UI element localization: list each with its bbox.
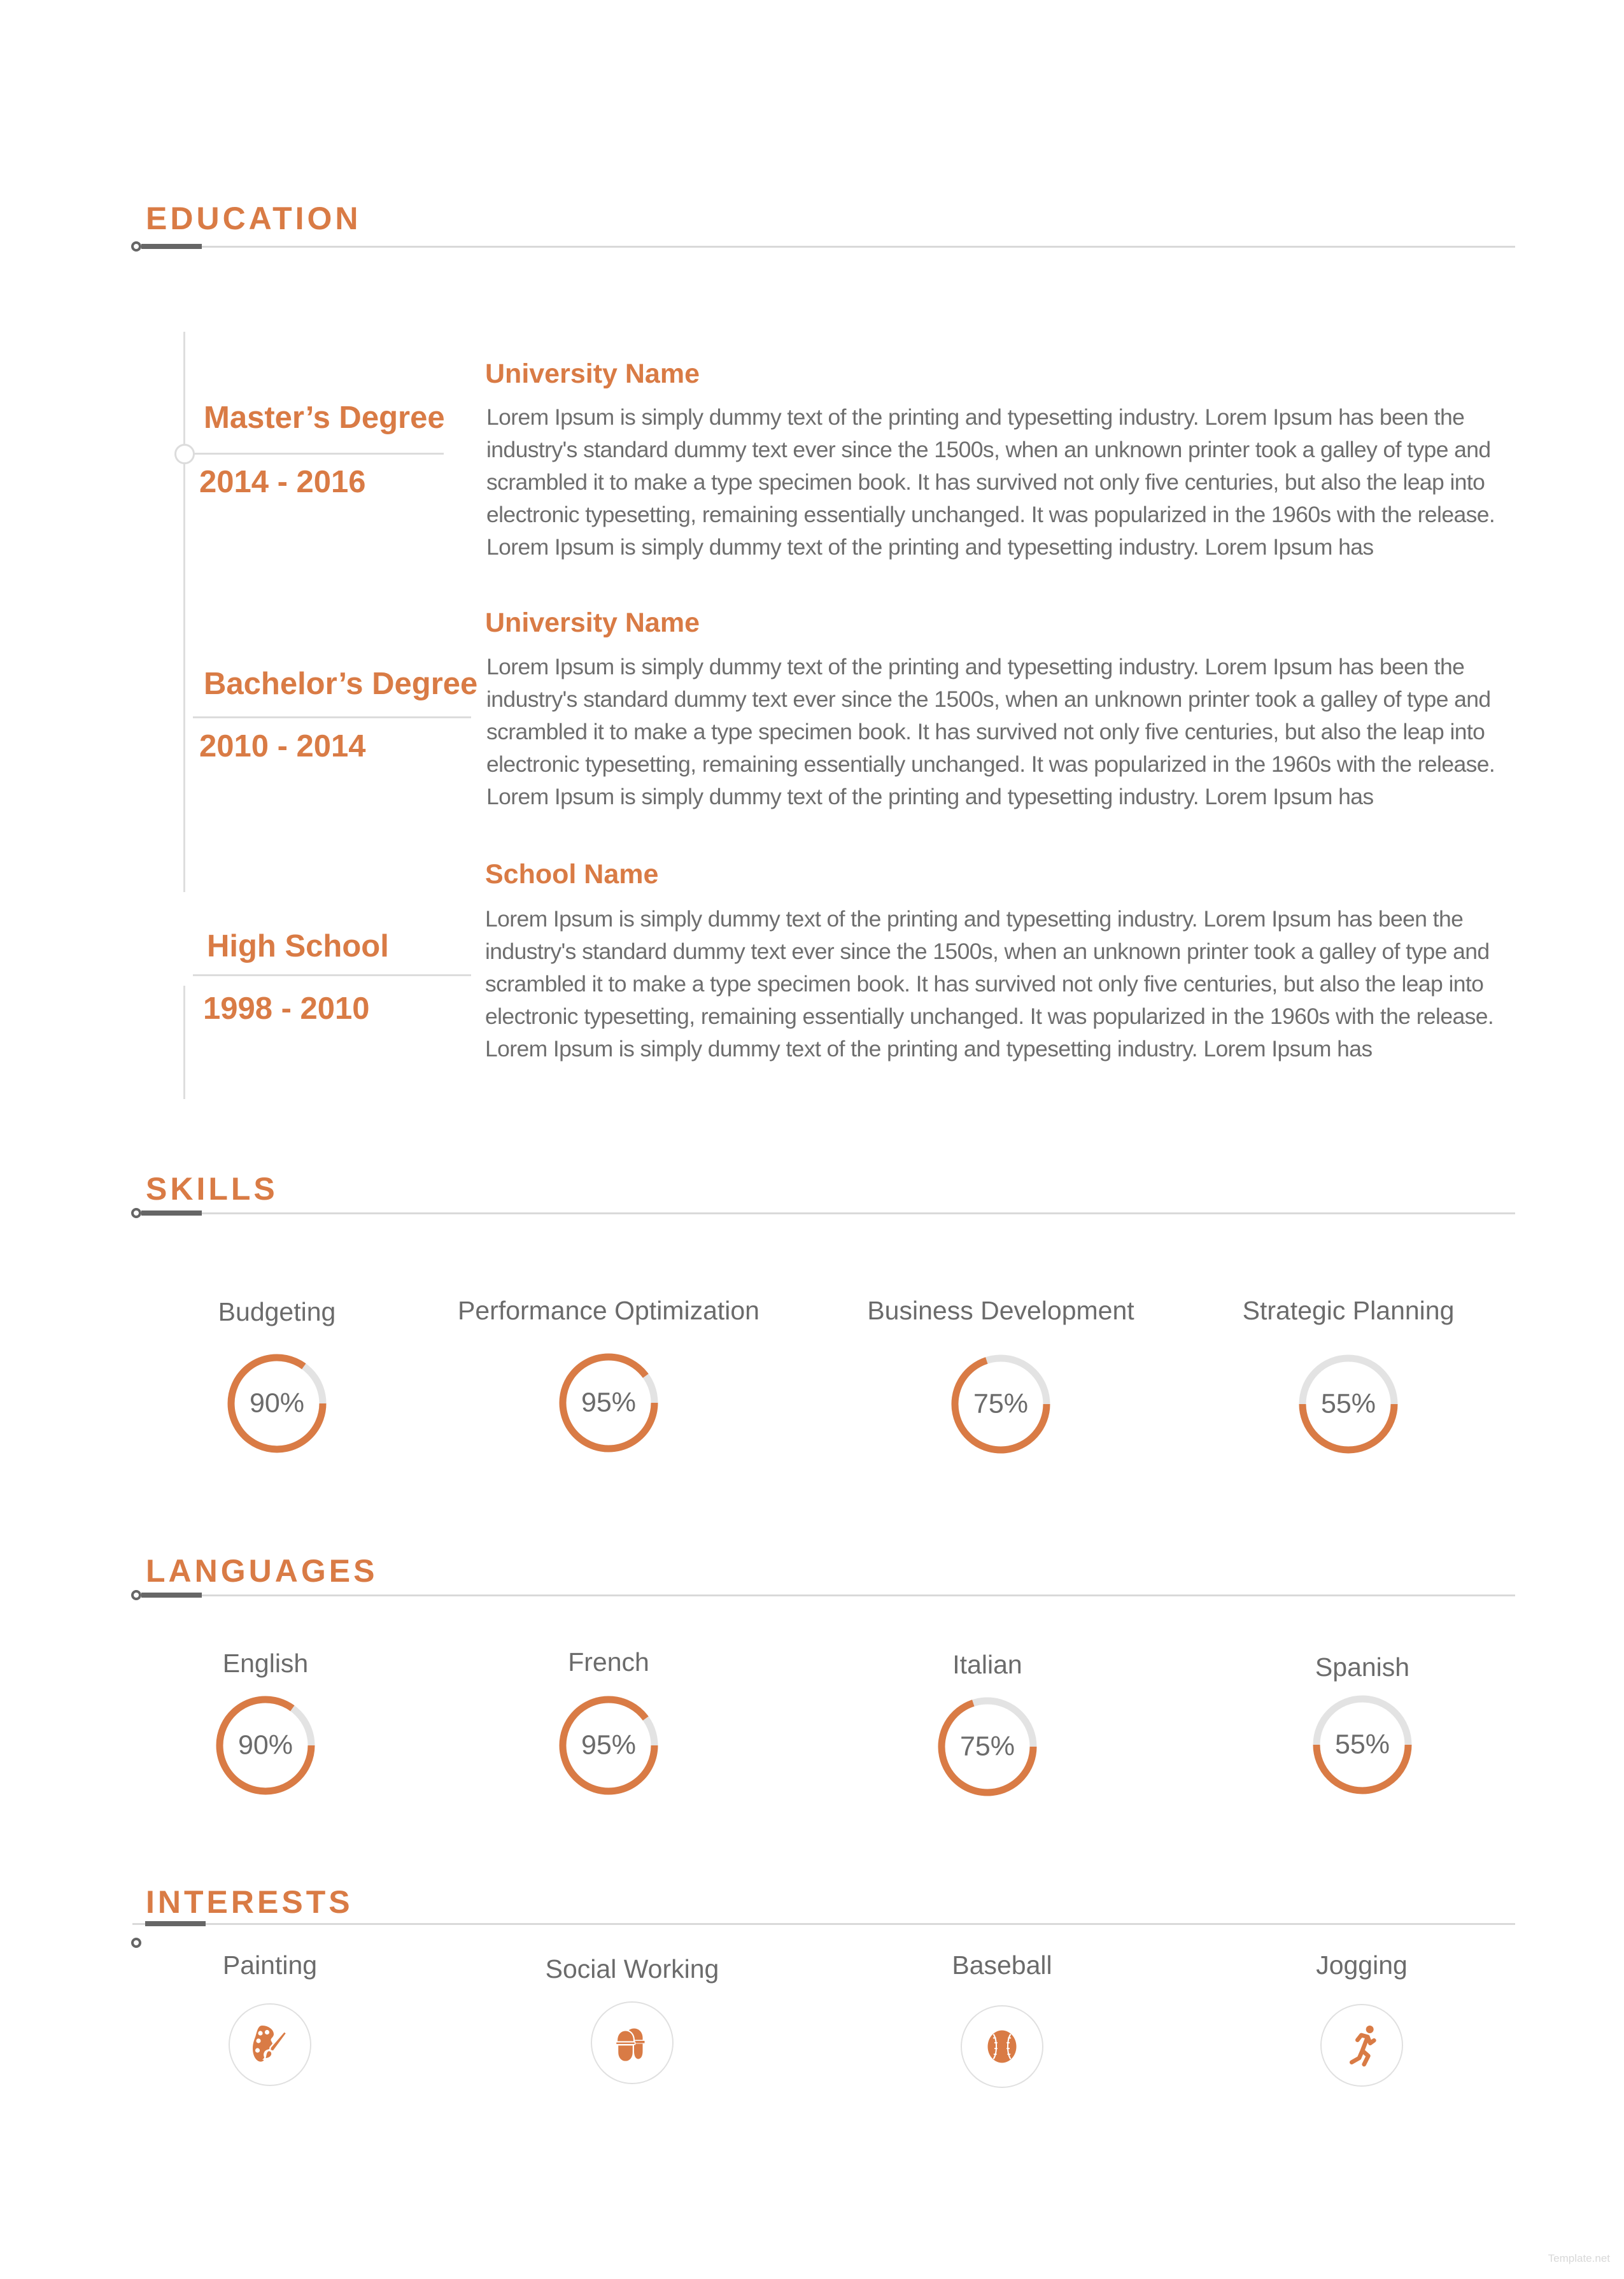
degree-dates: 2010 - 2014 <box>199 729 366 763</box>
interests-rule-dot <box>131 1938 141 1948</box>
interest-label: Jogging <box>1316 1950 1408 1980</box>
language-percent: 55% <box>1334 1729 1390 1760</box>
degree-title: Bachelor’s Degree <box>204 667 478 701</box>
interest-icon-circle <box>1320 2004 1403 2087</box>
skills-rule-dot <box>131 1208 141 1218</box>
education-description: Lorem Ipsum is simply dummy text of the … <box>486 404 1495 560</box>
interests-rule <box>132 1923 1515 1925</box>
interest-icon-circle <box>229 2003 311 2086</box>
interest-label: Painting <box>222 1950 318 1980</box>
skill-percent: 55% <box>1320 1388 1376 1419</box>
skill-label: Performance Optimization <box>458 1296 759 1325</box>
languages-heading: LANGUAGES <box>146 1553 378 1589</box>
interest-label: Baseball <box>952 1950 1052 1980</box>
language-percent: 90% <box>237 1729 293 1761</box>
interest-icon-circle <box>961 2005 1043 2088</box>
interest-icon-circle <box>591 2001 674 2084</box>
skill-percent: 95% <box>581 1387 637 1418</box>
education-description: Lorem Ipsum is simply dummy text of the … <box>486 654 1495 809</box>
runner-icon <box>1350 2026 1376 2067</box>
interest-label: Social Working <box>545 1954 719 1984</box>
skills-rule <box>132 1212 1515 1214</box>
language-percent: 95% <box>581 1729 637 1761</box>
languages-accent-bar <box>141 1593 202 1598</box>
language-label: French <box>568 1647 649 1677</box>
skill-percent: 90% <box>249 1388 305 1419</box>
education-accent-bar <box>141 244 202 249</box>
baseball-icon <box>987 2030 1017 2063</box>
education-rule <box>132 246 1515 248</box>
language-label: English <box>222 1649 309 1678</box>
skill-label: Business Development <box>867 1296 1134 1325</box>
languages-rule <box>132 1594 1515 1596</box>
language-label: Italian <box>952 1650 1022 1679</box>
skills-accent-bar <box>141 1210 202 1216</box>
skill-label: Strategic Planning <box>1242 1296 1455 1325</box>
interests-heading: INTERESTS <box>146 1884 353 1920</box>
degree-title: Master’s Degree <box>204 401 445 435</box>
skill-percent: 75% <box>973 1388 1029 1419</box>
skill-label: Budgeting <box>218 1297 336 1326</box>
interests-accent-bar <box>145 1921 206 1926</box>
language-label: Spanish <box>1315 1652 1410 1682</box>
skills-heading: SKILLS <box>146 1171 278 1207</box>
degree-divider <box>194 453 444 455</box>
degree-dates: 1998 - 2010 <box>203 991 370 1026</box>
education-rule-dot <box>131 241 141 252</box>
degree-divider <box>193 716 471 718</box>
workers-icon <box>615 2028 645 2062</box>
timeline-line-segment <box>183 727 185 867</box>
language-percent: 75% <box>959 1731 1015 1762</box>
watermark: Template.net <box>1548 2252 1610 2264</box>
palette-icon <box>253 2026 288 2062</box>
degree-dates: 2014 - 2016 <box>199 465 366 499</box>
institution-name: School Name <box>485 859 659 890</box>
institution-name: University Name <box>485 607 700 638</box>
languages-rule-dot <box>131 1590 141 1600</box>
degree-title: High School <box>207 929 389 963</box>
education-description: Lorem Ipsum is simply dummy text of the … <box>485 906 1494 1061</box>
degree-divider <box>193 974 471 976</box>
timeline-dot <box>174 444 195 464</box>
institution-name: University Name <box>485 359 700 389</box>
education-heading: EDUCATION <box>146 201 362 236</box>
timeline-line-segment <box>183 986 185 1099</box>
